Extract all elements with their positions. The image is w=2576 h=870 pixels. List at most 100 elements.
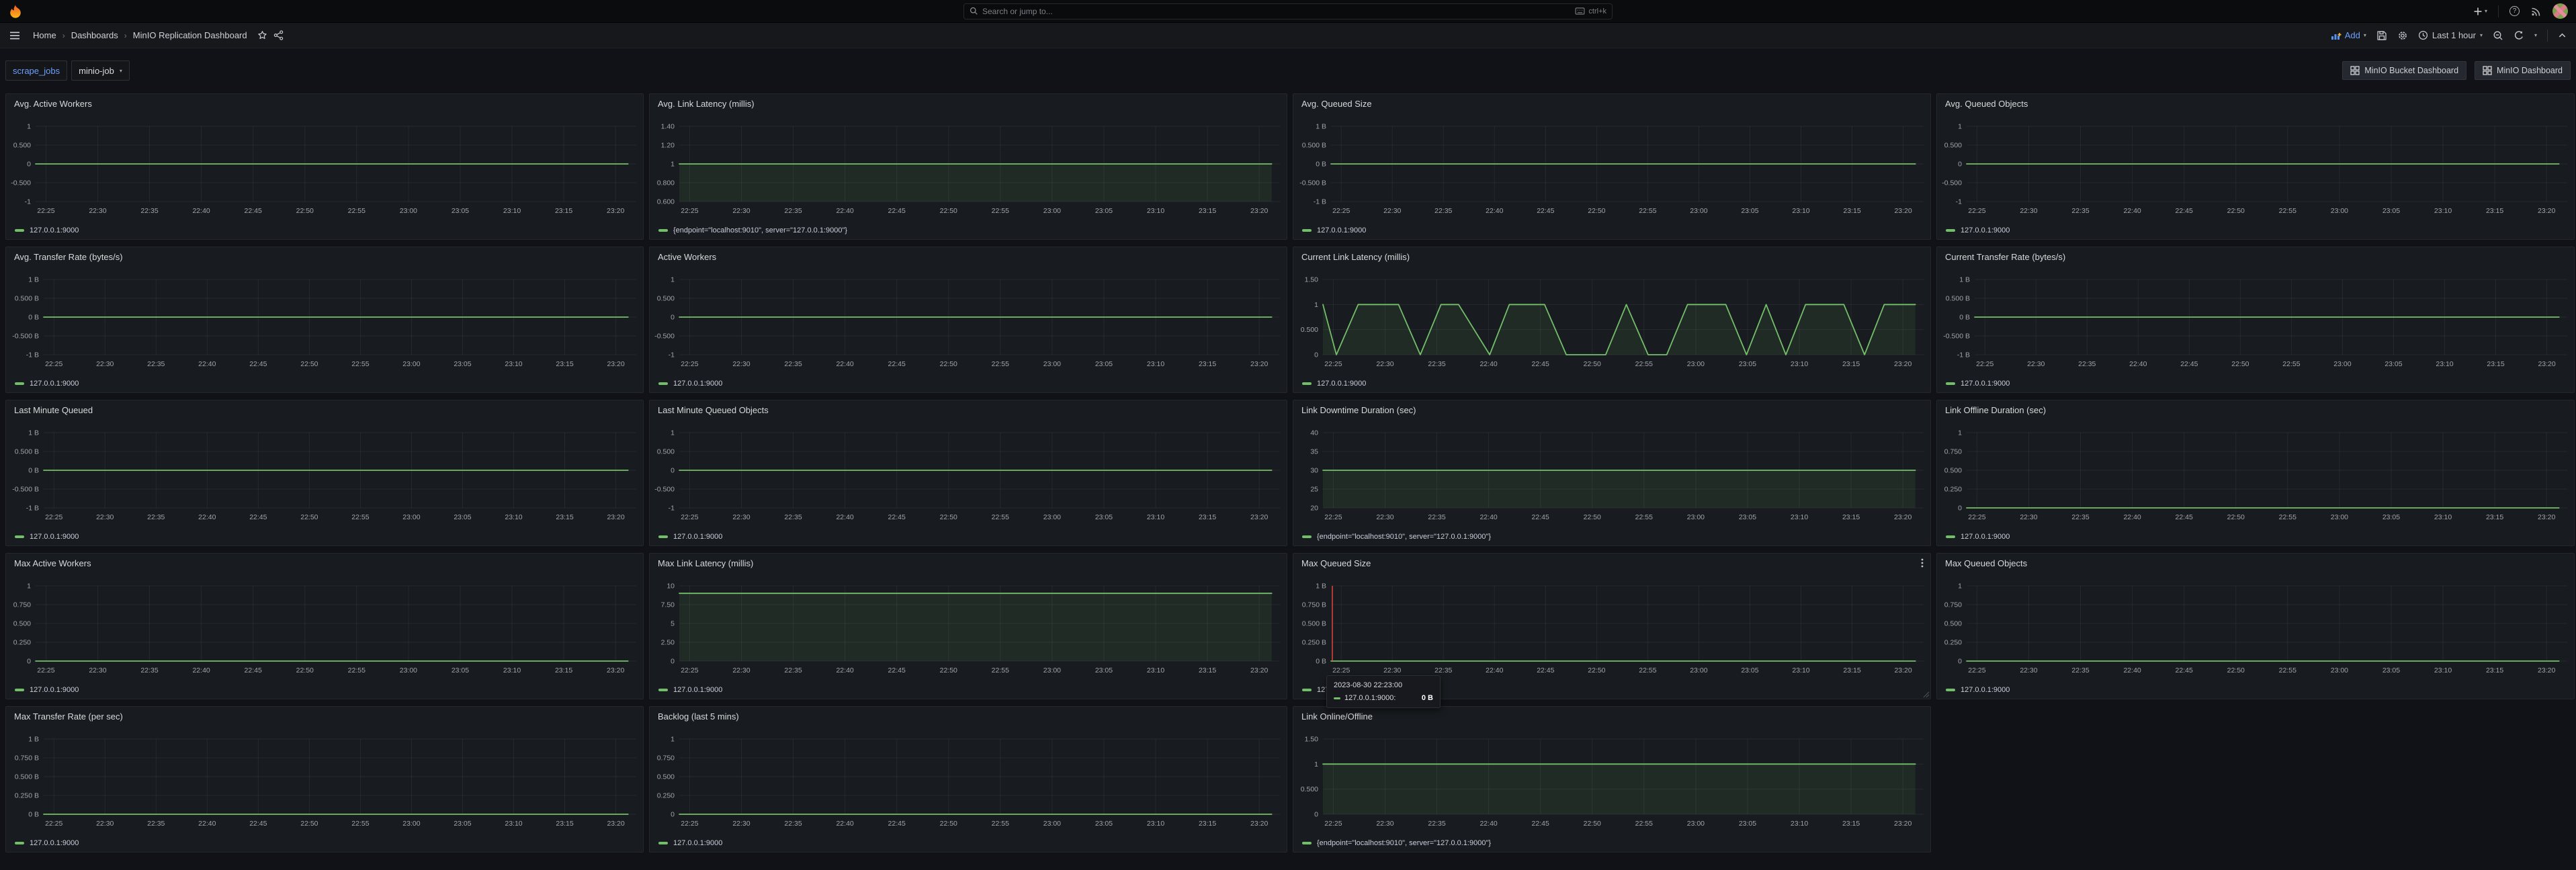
legend-item[interactable]: 127.0.0.1:9000 [1946, 533, 2010, 541]
time-series-chart[interactable]: 10.5000-0.500-122:2522:3022:3522:4022:45… [650, 400, 1287, 523]
legend-item[interactable]: 127.0.0.1:9000 [15, 380, 79, 388]
time-series-chart[interactable]: 1.5010.500022:2522:3022:3522:4022:4522:5… [1293, 247, 1930, 369]
svg-text:22:55: 22:55 [2279, 666, 2296, 675]
time-series-chart[interactable]: 10.5000-0.500-122:2522:3022:3522:4022:45… [650, 247, 1287, 369]
menu-icon[interactable] [9, 31, 20, 40]
legend-item[interactable]: 127.0.0.1:9000 [658, 839, 722, 847]
svg-text:22:55: 22:55 [2279, 513, 2296, 521]
time-series-chart[interactable]: 1.5010.500022:2522:3022:3522:4022:4522:5… [1293, 707, 1930, 829]
svg-text:23:05: 23:05 [1095, 207, 1113, 215]
time-series-chart[interactable]: 1 B0.500 B0 B-0.500 B-1 B22:2522:3022:35… [6, 400, 643, 523]
chevron-up-icon[interactable] [2558, 31, 2567, 40]
svg-text:22:40: 22:40 [836, 513, 853, 521]
svg-text:22:45: 22:45 [249, 360, 267, 368]
svg-text:0.500 B: 0.500 B [1946, 295, 1970, 303]
grafana-logo-icon[interactable] [8, 4, 23, 19]
svg-text:23:05: 23:05 [452, 666, 469, 675]
time-series-chart[interactable]: 1 B0.750 B0.500 B0.250 B0 B22:2522:3022:… [1293, 554, 1930, 676]
help-icon[interactable]: ? [2509, 6, 2520, 16]
new-menu-button[interactable]: ▾ [2473, 7, 2487, 16]
legend-item[interactable]: {endpoint="localhost:9010", server="127.… [1302, 839, 1491, 847]
svg-text:22:45: 22:45 [249, 820, 267, 828]
legend-item[interactable]: 127.0.0.1:9000 [1946, 380, 2010, 388]
svg-text:0.500: 0.500 [657, 295, 675, 303]
svg-text:23:05: 23:05 [454, 820, 471, 828]
refresh-interval-dropdown[interactable]: ▾ [2534, 32, 2537, 38]
breadcrumb-home[interactable]: Home [33, 30, 56, 40]
legend-item[interactable]: 127.0.0.1:9000 [1946, 686, 2010, 694]
time-series-chart[interactable]: 107.5052.50022:2522:3022:3522:4022:4522:… [650, 554, 1287, 676]
svg-text:-1 B: -1 B [26, 505, 39, 513]
link-minio-dashboard[interactable]: MinIO Dashboard [2475, 61, 2571, 80]
svg-text:0.500 B: 0.500 B [1302, 620, 1326, 628]
panel-resize-handle[interactable] [1923, 691, 1930, 698]
legend-item[interactable]: 127.0.0.1:9000 [658, 533, 722, 541]
link-minio-bucket-dashboard[interactable]: MinIO Bucket Dashboard [2342, 61, 2466, 80]
legend-item[interactable]: {endpoint="localhost:9010", server="127.… [658, 226, 847, 234]
settings-gear-icon[interactable] [2397, 30, 2408, 41]
legend-item[interactable]: 127.0.0.1:9000 [658, 686, 722, 694]
zoom-out-icon[interactable] [2493, 30, 2503, 41]
legend-item[interactable]: 127.0.0.1:9000 [15, 686, 79, 694]
variable-value-dropdown[interactable]: minio-job ▾ [71, 60, 130, 81]
svg-text:23:05: 23:05 [2382, 207, 2400, 215]
svg-text:23:05: 23:05 [2382, 666, 2400, 675]
svg-text:22:35: 22:35 [1428, 360, 1445, 368]
svg-text:23:00: 23:00 [1043, 666, 1061, 675]
time-series-chart[interactable]: 10.7500.5000.250022:2522:3022:3522:4022:… [6, 554, 643, 676]
time-series-chart[interactable]: 403530252022:2522:3022:3522:4022:4522:50… [1293, 400, 1930, 523]
legend-item[interactable]: 127.0.0.1:9000 [1946, 226, 2010, 234]
time-series-chart[interactable]: 10.5000-0.500-122:2522:3022:3522:4022:45… [6, 94, 643, 216]
search-bar[interactable]: ctrl+k [963, 3, 1613, 19]
legend-item[interactable]: 127.0.0.1:9000 [1302, 226, 1366, 234]
time-series-chart[interactable]: 10.7500.5000.250022:2522:3022:3522:4022:… [1937, 554, 2574, 676]
svg-text:23:05: 23:05 [1095, 513, 1113, 521]
search-input[interactable] [982, 7, 1571, 16]
time-series-chart[interactable]: 1 B0.500 B0 B-0.500 B-1 B22:2522:3022:35… [1293, 94, 1930, 216]
svg-text:23:05: 23:05 [1741, 207, 1758, 215]
legend-item[interactable]: 127.0.0.1:9000 [15, 839, 79, 847]
time-series-chart[interactable]: 1 B0.500 B0 B-0.500 B-1 B22:2522:3022:35… [6, 247, 643, 369]
svg-text:22:30: 22:30 [89, 666, 106, 675]
svg-text:23:20: 23:20 [1894, 207, 1912, 215]
time-series-chart[interactable]: 10.5000-0.500-122:2522:3022:3522:4022:45… [1937, 94, 2574, 216]
svg-text:22:35: 22:35 [140, 207, 158, 215]
svg-text:22:45: 22:45 [1537, 207, 1554, 215]
svg-text:22:55: 22:55 [1639, 207, 1656, 215]
time-series-chart[interactable]: 10.7500.5000.250022:2522:3022:3522:4022:… [650, 707, 1287, 829]
save-icon[interactable] [2376, 30, 2387, 41]
time-range-picker[interactable]: Last 1 hour ▾ [2418, 30, 2483, 40]
star-icon[interactable] [257, 30, 267, 40]
svg-text:22:40: 22:40 [192, 207, 210, 215]
svg-text:22:25: 22:25 [681, 360, 698, 368]
svg-text:23:00: 23:00 [2331, 513, 2348, 521]
time-series-chart[interactable]: 1 B0.500 B0 B-0.500 B-1 B22:2522:3022:35… [1937, 247, 2574, 369]
svg-text:22:35: 22:35 [784, 513, 802, 521]
series-color-dash [658, 842, 668, 844]
refresh-icon[interactable] [2514, 30, 2524, 41]
time-series-chart[interactable]: 1.401.2010.8000.60022:2522:3022:3522:402… [650, 94, 1287, 216]
svg-text:1.40: 1.40 [661, 123, 675, 131]
user-avatar[interactable] [2552, 3, 2568, 19]
share-icon[interactable] [273, 30, 284, 40]
svg-text:23:10: 23:10 [505, 820, 522, 828]
svg-text:1: 1 [1958, 123, 1962, 131]
legend-item[interactable]: {endpoint="localhost:9010", server="127.… [1302, 533, 1491, 541]
news-icon[interactable] [2530, 6, 2542, 17]
svg-text:22:35: 22:35 [1434, 207, 1452, 215]
legend-item[interactable]: 127.0.0.1:9000 [658, 380, 722, 388]
legend-item[interactable]: 127.0.0.1:9000 [15, 533, 79, 541]
series-color-dash [15, 842, 24, 844]
svg-text:23:05: 23:05 [2382, 513, 2400, 521]
svg-text:23:15: 23:15 [2487, 360, 2504, 368]
time-series-chart[interactable]: 10.7500.5000.250022:2522:3022:3522:4022:… [1937, 400, 2574, 523]
svg-text:22:35: 22:35 [1434, 666, 1452, 675]
svg-text:22:50: 22:50 [1588, 666, 1605, 675]
legend-item[interactable]: 127.0.0.1:9000 [1302, 380, 1366, 388]
svg-text:1: 1 [27, 123, 31, 131]
legend-item[interactable]: 127.0.0.1:9000 [15, 226, 79, 234]
svg-text:22:50: 22:50 [940, 666, 957, 675]
add-panel-button[interactable]: Add ▾ [2331, 30, 2366, 40]
breadcrumb-dashboards[interactable]: Dashboards [71, 30, 118, 40]
time-series-chart[interactable]: 1 B0.750 B0.500 B0.250 B0 B22:2522:3022:… [6, 707, 643, 829]
